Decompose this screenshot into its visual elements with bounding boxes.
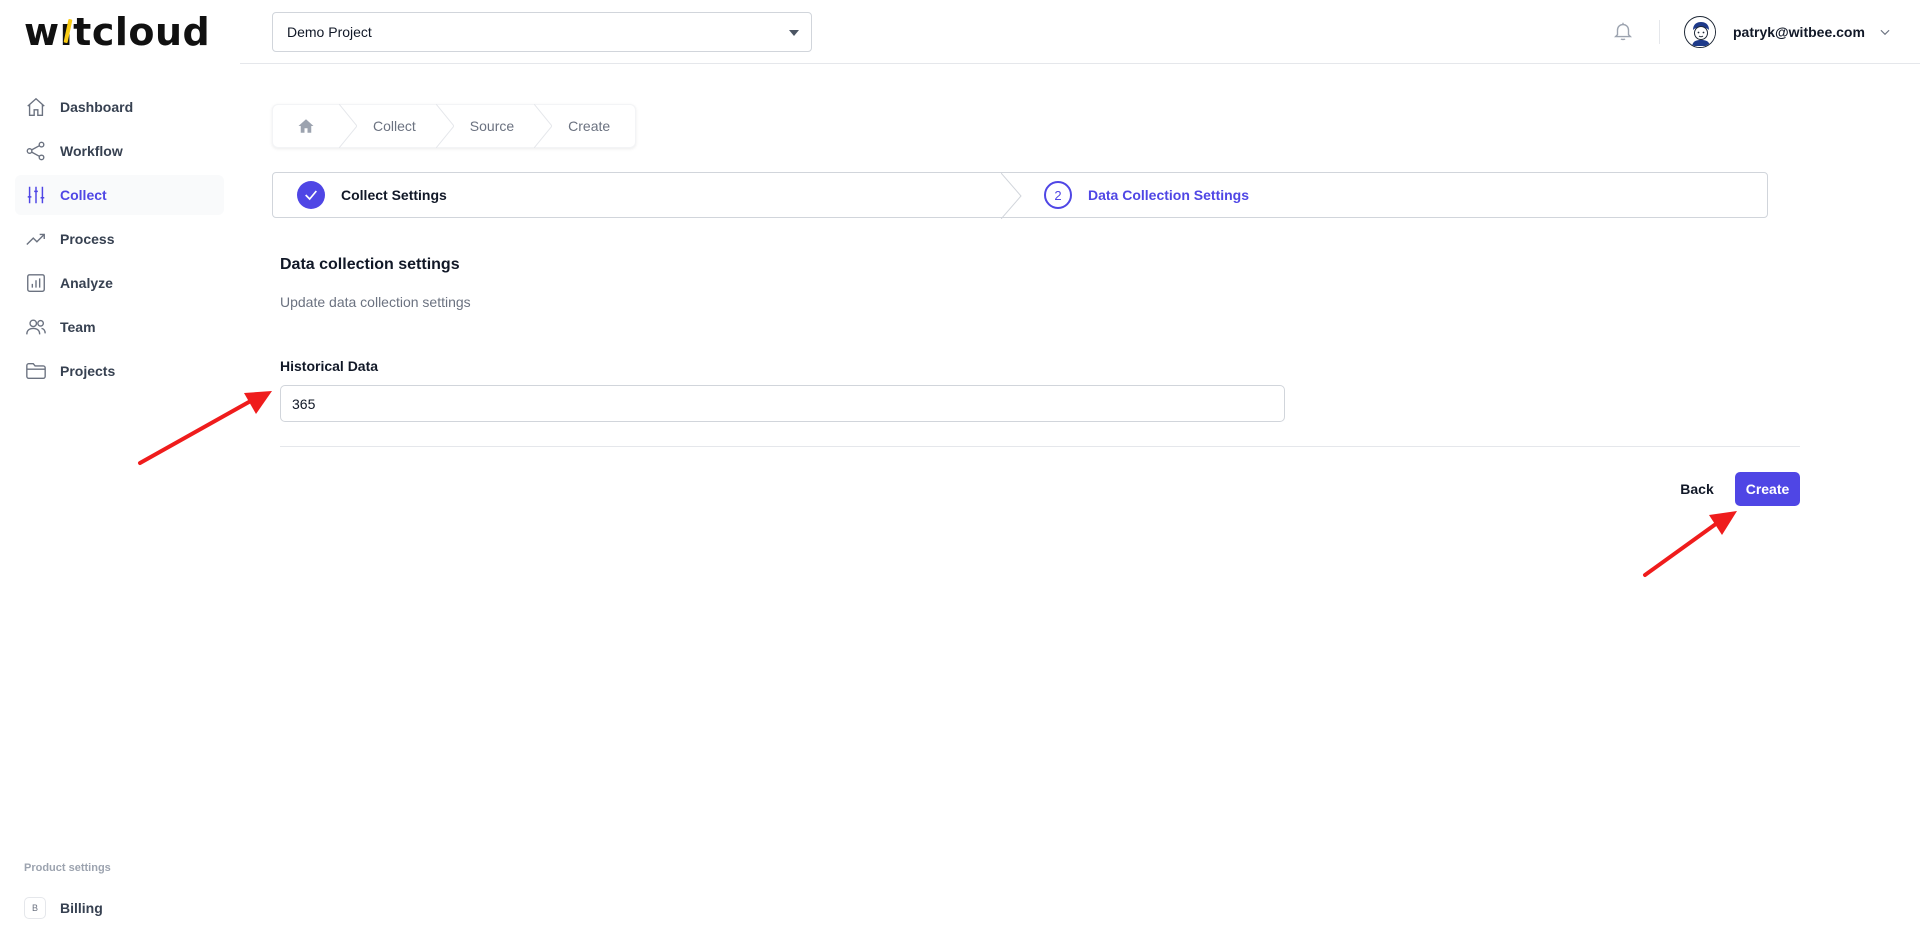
breadcrumb: Collect Source Create [272, 104, 636, 148]
sidebar-item-billing[interactable]: B Billing [24, 897, 103, 919]
avatar[interactable] [1684, 16, 1716, 48]
home-icon [25, 96, 47, 118]
historical-data-label: Historical Data [280, 358, 379, 374]
step-number: 2 [1044, 181, 1072, 209]
project-select[interactable]: Demo Project [272, 12, 812, 52]
sidebar-item-label: Analyze [60, 275, 113, 291]
check-icon [297, 181, 325, 209]
sidebar-item-label: Team [60, 319, 96, 335]
breadcrumb-separator [534, 104, 553, 148]
section-title: Data collection settings [280, 256, 460, 273]
sidebar-item-label: Collect [60, 187, 107, 203]
sidebar-item-team[interactable]: Team [15, 307, 224, 347]
folder-icon [25, 360, 47, 382]
back-button[interactable]: Back [1668, 472, 1726, 506]
sidebar-item-label: Billing [60, 900, 103, 916]
section-description: Update data collection settings [280, 294, 471, 310]
sidebar-item-label: Process [60, 231, 115, 247]
sidebar-item-dashboard[interactable]: Dashboard [15, 87, 224, 127]
trending-up-icon [25, 228, 47, 250]
billing-badge: B [24, 897, 46, 919]
create-button[interactable]: Create [1735, 472, 1800, 506]
witcloud-logo[interactable]: wıtcloud [24, 10, 211, 54]
step-separator [1001, 173, 1022, 219]
sidebar-item-label: Projects [60, 363, 116, 379]
chevron-down-icon[interactable] [1878, 25, 1892, 39]
bar-chart-icon [25, 272, 47, 294]
historical-data-input[interactable] [280, 385, 1285, 422]
caret-down-icon [789, 30, 799, 36]
breadcrumb-item-collect[interactable]: Collect [357, 104, 436, 148]
logo-text: wıtcloud [24, 10, 211, 54]
breadcrumb-item-create[interactable]: Create [552, 104, 630, 148]
project-select-value: Demo Project [287, 24, 372, 40]
user-email[interactable]: patryk@witbee.com [1733, 24, 1865, 40]
step-data-collection-settings[interactable]: 2 Data Collection Settings [1044, 181, 1249, 209]
breadcrumb-separator [339, 104, 357, 148]
top-header: Demo Project patryk@witbee.com [240, 0, 1920, 64]
product-settings-heading: Product settings [24, 862, 111, 874]
step-label: Collect Settings [341, 187, 447, 203]
sidebar-item-process[interactable]: Process [15, 219, 224, 259]
breadcrumb-home[interactable] [273, 104, 339, 148]
bell-icon[interactable] [1612, 20, 1634, 42]
annotation-arrow [1643, 511, 1737, 577]
stepper: Collect Settings 2 Data Collection Setti… [272, 172, 1768, 219]
sidebar: wıtcloud Dashboard Workflow Collect Proc… [0, 0, 240, 945]
step-label: Data Collection Settings [1088, 187, 1250, 203]
sidebar-item-collect[interactable]: Collect [15, 175, 224, 215]
sidebar-item-analyze[interactable]: Analyze [15, 263, 224, 303]
breadcrumb-item-source[interactable]: Source [454, 104, 534, 148]
header-divider [1659, 20, 1660, 44]
home-icon [298, 119, 314, 133]
sidebar-item-label: Workflow [60, 143, 123, 159]
form-divider [280, 446, 1800, 447]
sidebar-item-workflow[interactable]: Workflow [15, 131, 224, 171]
sidebar-nav: Dashboard Workflow Collect Process Analy… [15, 87, 224, 395]
sidebar-item-projects[interactable]: Projects [15, 351, 224, 391]
sidebar-item-label: Dashboard [60, 99, 134, 115]
share-icon [25, 140, 47, 162]
step-collect-settings[interactable]: Collect Settings [297, 181, 447, 209]
users-icon [25, 316, 47, 338]
breadcrumb-separator [435, 104, 454, 148]
sliders-icon [25, 184, 47, 206]
